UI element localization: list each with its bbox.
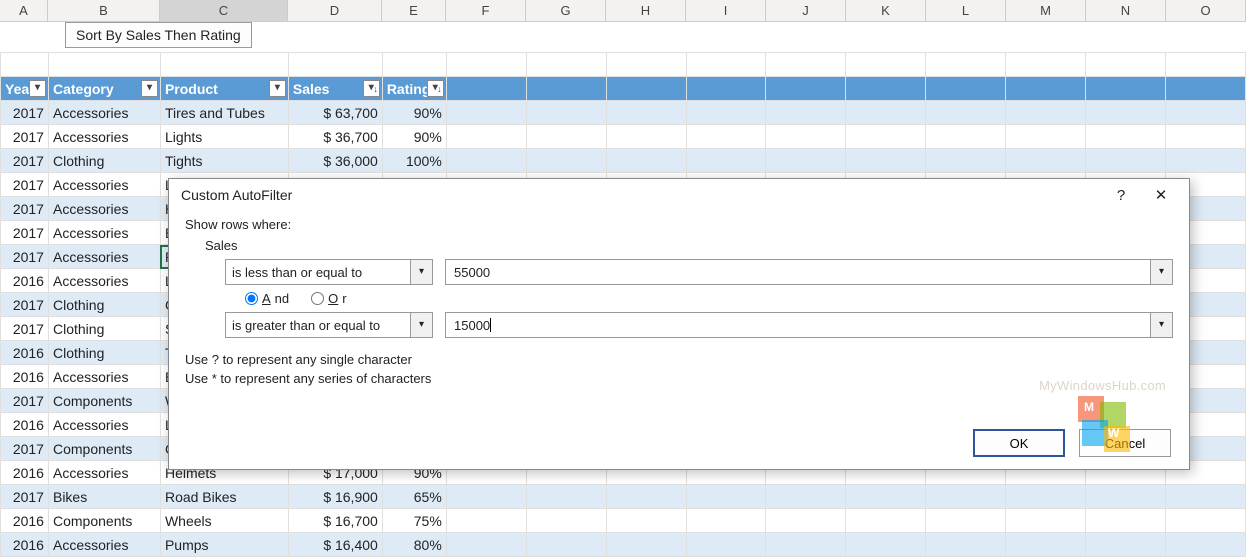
value-2-text: 15000 — [454, 318, 490, 333]
show-rows-label: Show rows where: — [185, 217, 1173, 232]
value-1-input[interactable]: 55000 ▾ — [445, 259, 1173, 285]
operator-2-combo[interactable]: is greater than or equal to ▾ — [225, 312, 433, 338]
col-header-E[interactable]: E — [382, 0, 446, 21]
hint-single-char: Use ? to represent any single character — [185, 352, 1173, 367]
column-header-row: A B C D E F G H I J K L M N O — [0, 0, 1246, 22]
chevron-down-icon[interactable]: ▾ — [410, 313, 432, 337]
help-icon[interactable]: ? — [1101, 187, 1141, 204]
operator-1-value: is less than or equal to — [232, 265, 362, 280]
text-caret — [490, 318, 491, 332]
table-row[interactable]: 2016ComponentsWheels$ 16,70075% — [1, 509, 1246, 533]
table-row[interactable]: 2016AccessoriesPumps$ 16,40080% — [1, 533, 1246, 557]
watermark-logo: MW — [1078, 396, 1126, 444]
hint-series-chars: Use * to represent any series of charact… — [185, 371, 1173, 386]
col-header-C[interactable]: C — [160, 0, 288, 21]
col-header-O[interactable]: O — [1166, 0, 1246, 21]
table-row[interactable]: 2017BikesRoad Bikes$ 16,90065% — [1, 485, 1246, 509]
chevron-down-icon[interactable]: ▾ — [1150, 313, 1172, 337]
dialog-title: Custom AutoFilter — [181, 187, 292, 203]
header-sales[interactable]: Sales▾ — [288, 77, 382, 101]
filter-sort-icon[interactable]: ▾ — [427, 80, 444, 97]
col-header-I[interactable]: I — [686, 0, 766, 21]
filter-icon[interactable]: ▾ — [29, 80, 46, 97]
value-2-input[interactable]: 15000 ▾ — [445, 312, 1173, 338]
field-name-label: Sales — [205, 238, 1173, 253]
header-category[interactable]: Category▾ — [48, 77, 160, 101]
col-header-H[interactable]: H — [606, 0, 686, 21]
operator-1-combo[interactable]: is less than or equal to ▾ — [225, 259, 433, 285]
sort-button[interactable]: Sort By Sales Then Rating — [65, 22, 252, 48]
filter-icon[interactable]: ▾ — [141, 80, 158, 97]
table-row[interactable]: 2017AccessoriesTires and Tubes$ 63,70090… — [1, 101, 1246, 125]
close-icon[interactable]: ✕ — [1141, 186, 1181, 204]
table-row[interactable]: 2017ClothingTights$ 36,000100% — [1, 149, 1246, 173]
custom-autofilter-dialog: Custom AutoFilter ? ✕ Show rows where: S… — [168, 178, 1190, 470]
chevron-down-icon[interactable]: ▾ — [1150, 260, 1172, 284]
header-year[interactable]: Year▾ — [1, 77, 49, 101]
value-1-text: 55000 — [454, 265, 490, 280]
filter-sort-icon[interactable]: ▾ — [363, 80, 380, 97]
col-header-A[interactable]: A — [0, 0, 48, 21]
dialog-titlebar[interactable]: Custom AutoFilter ? ✕ — [169, 179, 1189, 211]
col-header-K[interactable]: K — [846, 0, 926, 21]
filter-icon[interactable]: ▾ — [269, 80, 286, 97]
col-header-N[interactable]: N — [1086, 0, 1166, 21]
watermark-text: MyWindowsHub.com — [1039, 378, 1166, 393]
col-header-G[interactable]: G — [526, 0, 606, 21]
operator-2-value: is greater than or equal to — [232, 318, 380, 333]
ok-button[interactable]: OK — [973, 429, 1065, 457]
col-header-L[interactable]: L — [926, 0, 1006, 21]
chevron-down-icon[interactable]: ▾ — [410, 260, 432, 284]
col-header-J[interactable]: J — [766, 0, 846, 21]
col-header-M[interactable]: M — [1006, 0, 1086, 21]
col-header-B[interactable]: B — [48, 0, 160, 21]
col-header-F[interactable]: F — [446, 0, 526, 21]
header-rating[interactable]: Rating▾ — [382, 77, 446, 101]
table-header-row: Year▾ Category▾ Product▾ Sales▾ Rating▾ — [1, 77, 1246, 101]
table-row[interactable]: 2017AccessoriesLights$ 36,70090% — [1, 125, 1246, 149]
col-header-D[interactable]: D — [288, 0, 382, 21]
and-radio[interactable]: And — [245, 291, 289, 306]
or-radio[interactable]: Or — [311, 291, 346, 306]
header-product[interactable]: Product▾ — [160, 77, 288, 101]
